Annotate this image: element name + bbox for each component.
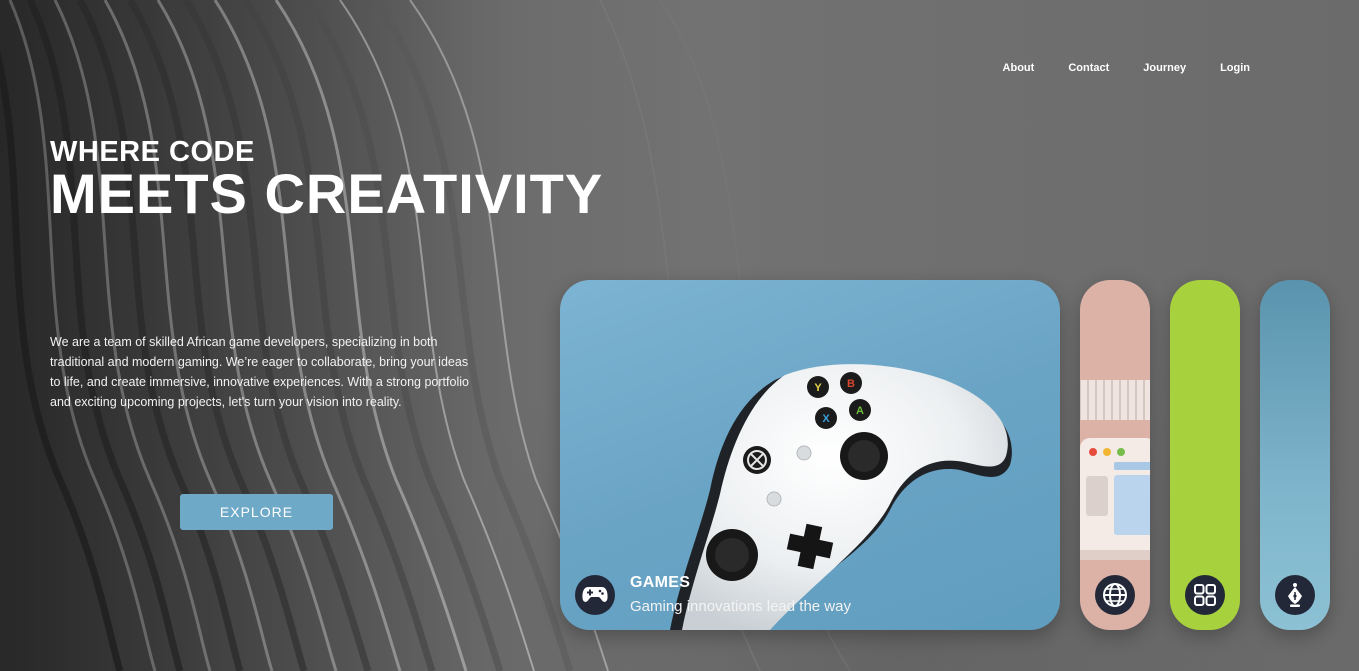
card-caption: Gaming innovations lead the way [630,598,851,615]
svg-text:B: B [847,378,855,390]
svg-text:X: X [822,413,830,425]
card-design[interactable] [1260,280,1330,630]
grid-icon [1185,575,1225,615]
svg-text:Y: Y [814,382,822,394]
top-nav: About Contact Journey Login [1003,62,1250,74]
nav-journey[interactable]: Journey [1143,62,1186,74]
nav-login[interactable]: Login [1220,62,1250,74]
pen-nib-icon [1275,575,1315,615]
svg-text:A: A [856,405,864,417]
card-apps[interactable] [1170,280,1240,630]
card-title: GAMES [630,574,691,591]
gamepad-icon [575,575,615,615]
nav-contact[interactable]: Contact [1068,62,1109,74]
card-web[interactable] [1080,280,1150,630]
nav-about[interactable]: About [1003,62,1035,74]
hero-title: MEETS CREATIVITY [50,162,604,225]
card-games[interactable]: Y B X A GAMES Gaming innovations lead th [560,280,1060,630]
globe-icon [1095,575,1135,615]
explore-button[interactable]: EXPLORE [180,494,333,530]
hero-description: We are a team of skilled African game de… [50,335,469,409]
